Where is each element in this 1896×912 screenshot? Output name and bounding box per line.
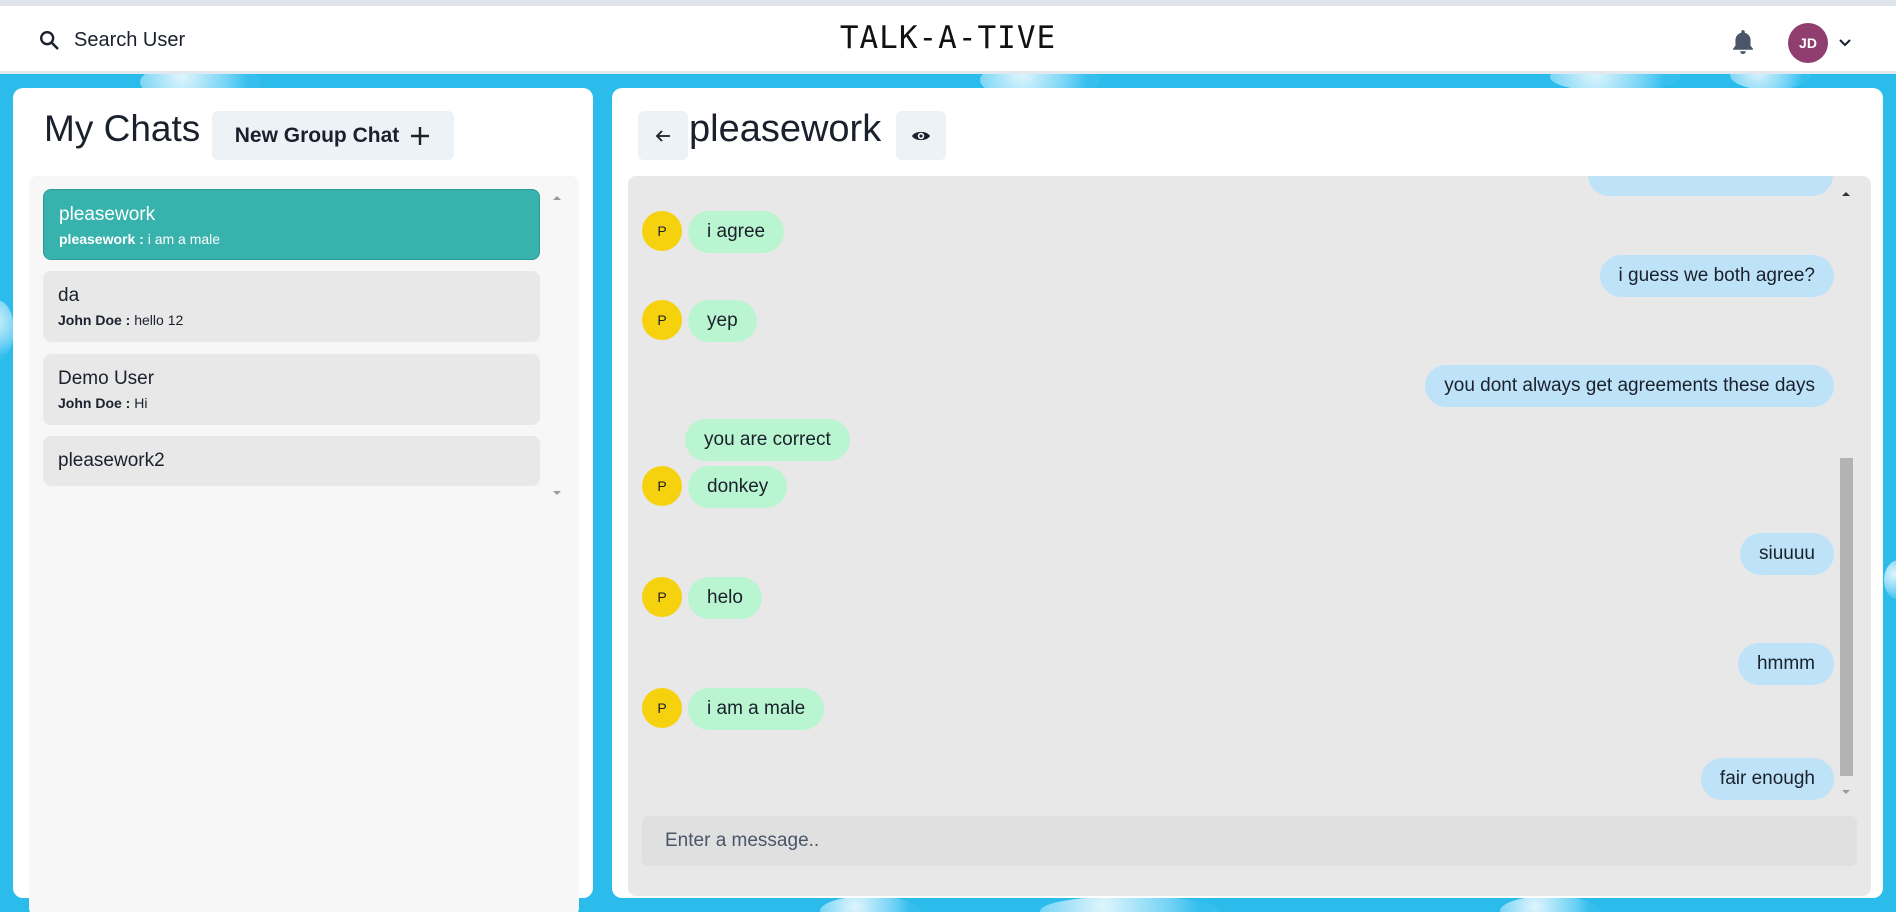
message-bubble: i guess we both agree?	[1599, 255, 1834, 297]
messages-scrollbar[interactable]	[1838, 188, 1854, 798]
message-bubble: you are correct	[685, 419, 850, 461]
view-chat-details-button[interactable]	[896, 111, 946, 160]
background-bubble	[1884, 560, 1896, 600]
message-bubble: donkey	[688, 466, 788, 508]
chat-panel: pleasework P i agree i guess we both agr…	[612, 88, 1883, 898]
sender-avatar[interactable]: P	[642, 688, 682, 728]
background-bubble	[1040, 896, 1220, 912]
sender-avatar[interactable]: P	[642, 300, 682, 340]
background-bubble	[0, 300, 14, 360]
message-bubble: fair enough	[1700, 758, 1834, 800]
my-chats-panel: My Chats New Group Chat pleasework pleas…	[13, 88, 593, 912]
chat-name: da	[58, 285, 80, 306]
my-chats-title: My Chats	[44, 108, 201, 149]
app-title: TALK-A-TIVE	[839, 20, 1057, 56]
new-group-chat-button[interactable]: New Group Chat	[212, 111, 454, 160]
message-bubble: you dont always get agreements these day…	[1425, 365, 1834, 407]
message-input[interactable]	[642, 816, 1857, 866]
sender-avatar[interactable]: P	[642, 466, 682, 506]
chevron-down-icon	[1839, 39, 1851, 47]
bell-icon	[1733, 30, 1753, 55]
chat-list-item-da[interactable]: da John Doe : hello 12	[43, 271, 540, 342]
chat-name: Demo User	[58, 368, 155, 389]
message-bubble-partial	[1588, 176, 1833, 196]
notifications-button[interactable]	[1730, 28, 1758, 58]
chat-title: pleasework	[689, 108, 882, 150]
profile-menu-button[interactable]: JD	[1788, 23, 1852, 63]
chat-list-scrollbar[interactable]	[550, 193, 564, 498]
scrollbar-thumb[interactable]	[1840, 458, 1853, 776]
chat-last-message: John Doe : hello 12	[58, 312, 525, 328]
last-message-sender: pleasework :	[59, 231, 144, 247]
last-message-text: hello 12	[134, 312, 184, 328]
eye-icon	[912, 131, 930, 140]
chat-list: pleasework pleasework : i am a male da J…	[29, 176, 579, 912]
scroll-down-arrow-icon	[1842, 790, 1850, 794]
new-group-chat-label: New Group Chat	[234, 123, 400, 147]
plus-icon	[411, 126, 430, 145]
chat-list-item-pleasework2[interactable]: pleasework2	[43, 436, 540, 486]
chat-list-item-pleasework[interactable]: pleasework pleasework : i am a male	[43, 189, 540, 260]
last-message-sender: John Doe :	[58, 395, 131, 411]
scroll-down-arrow-icon	[553, 491, 561, 495]
last-message-sender: John Doe :	[58, 312, 131, 328]
last-message-text: i am a male	[147, 231, 221, 247]
message-bubble: helo	[688, 577, 762, 619]
chat-name: pleasework	[59, 204, 156, 225]
back-button[interactable]	[638, 111, 688, 160]
message-bubble: i agree	[688, 211, 785, 253]
chat-last-message: John Doe : Hi	[58, 395, 525, 411]
message-bubble: hmmm	[1737, 643, 1834, 685]
scroll-up-arrow-icon	[1842, 192, 1850, 196]
top-bar: Search User TALK-A-TIVE JD	[0, 0, 1896, 74]
last-message-text: Hi	[134, 395, 148, 411]
messages-area: P i agree i guess we both agree? P yep y…	[628, 176, 1871, 896]
scroll-up-arrow-icon	[553, 196, 561, 200]
sender-avatar[interactable]: P	[642, 211, 682, 251]
arrow-left-icon	[655, 129, 670, 142]
sender-avatar[interactable]: P	[642, 577, 682, 617]
chat-last-message: pleasework : i am a male	[59, 231, 524, 247]
chat-name: pleasework2	[58, 450, 165, 471]
chat-list-item-demo-user[interactable]: Demo User John Doe : Hi	[43, 354, 540, 425]
user-avatar: JD	[1788, 23, 1828, 63]
message-bubble: i am a male	[688, 688, 825, 730]
background-bubble	[820, 896, 920, 912]
message-bubble: yep	[688, 300, 757, 342]
background-bubble	[1500, 896, 1600, 912]
message-bubble: siuuuu	[1740, 533, 1834, 575]
